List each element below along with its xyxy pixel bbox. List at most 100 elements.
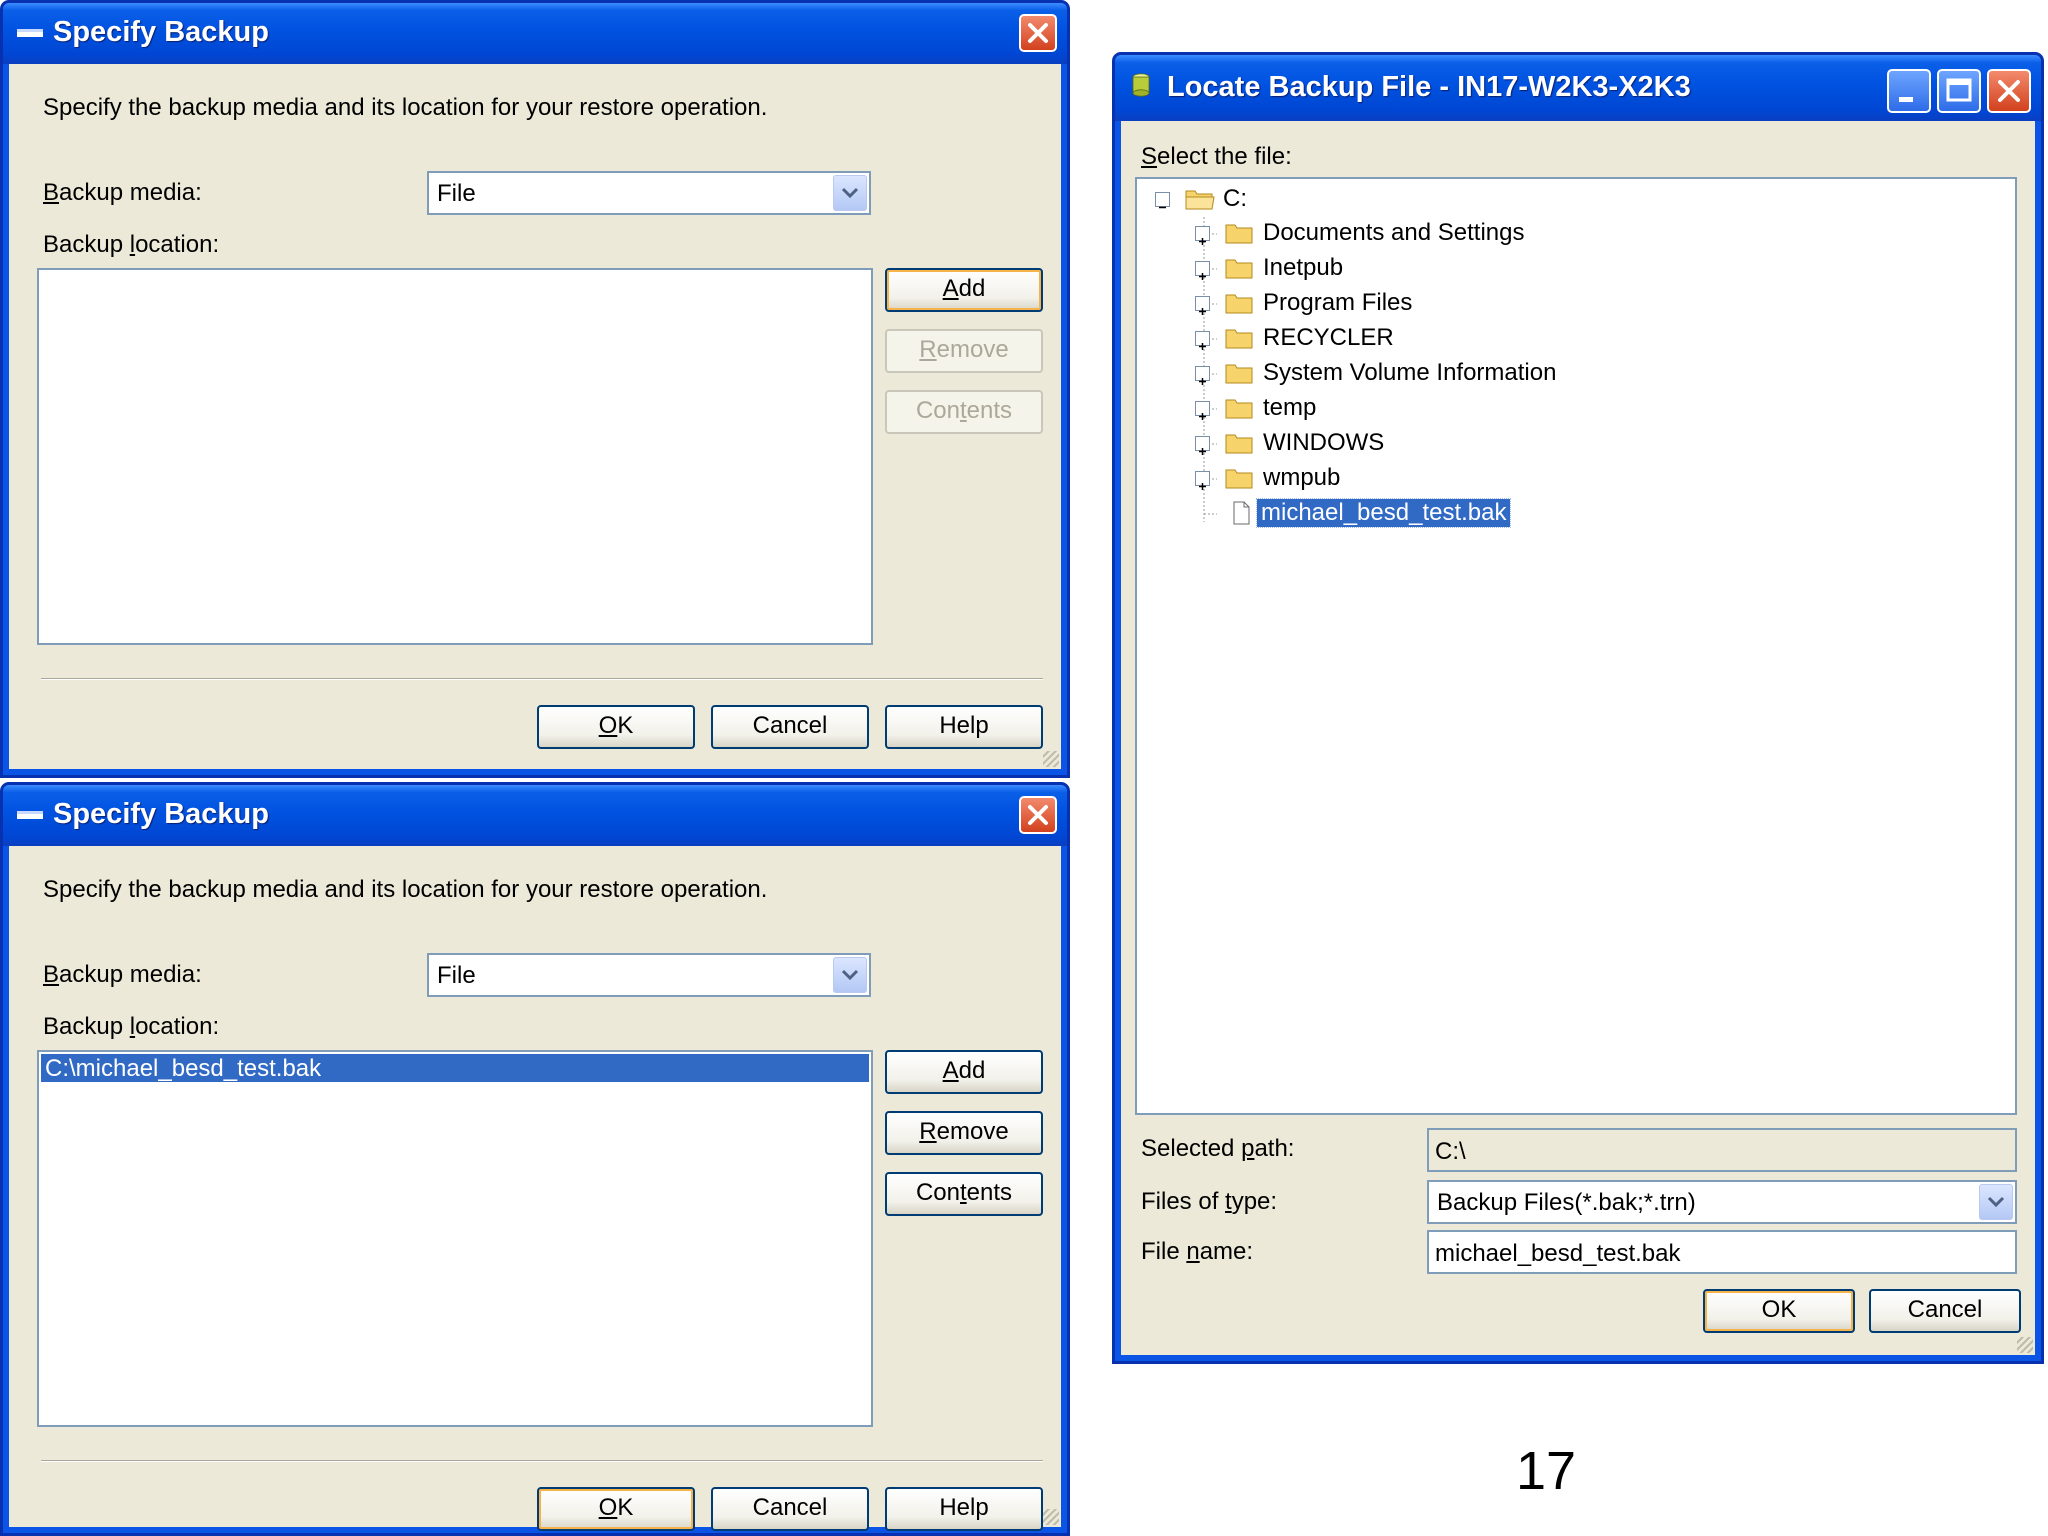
cancel-button[interactable]: Cancel: [711, 705, 869, 749]
minimize-button[interactable]: [1887, 69, 1931, 113]
close-icon: [1028, 23, 1048, 43]
dropdown-button[interactable]: [833, 957, 867, 993]
resize-grip[interactable]: [1043, 751, 1059, 767]
remove-button[interactable]: Remove: [885, 1111, 1043, 1155]
expand-icon[interactable]: [1195, 401, 1210, 420]
help-button[interactable]: Help: [885, 705, 1043, 749]
collapse-icon[interactable]: [1155, 192, 1170, 209]
chevron-down-icon: [841, 187, 859, 199]
backup-location-label: Backup location:: [43, 231, 220, 258]
separator: [41, 678, 1043, 680]
tree-label: Documents and Settings: [1263, 219, 1525, 246]
ok-button[interactable]: OK: [537, 705, 695, 749]
contents-button[interactable]: Contents: [885, 1172, 1043, 1216]
dialog-client-area: Select the file: C: Documents and Settin…: [1121, 121, 2035, 1355]
folder-icon: [1225, 399, 1253, 419]
tree-label-selected: michael_besd_test.bak: [1255, 498, 1512, 528]
cancel-button[interactable]: Cancel: [1869, 1289, 2021, 1333]
file-name-value: michael_besd_test.bak: [1435, 1240, 1681, 1267]
backup-location-list[interactable]: C:\michael_besd_test.bak: [37, 1050, 873, 1427]
instruction-text: Specify the backup media and its locatio…: [43, 876, 768, 903]
folder-icon: [1225, 329, 1253, 349]
remove-button[interactable]: Remove: [885, 329, 1043, 373]
selected-path-value: C:\: [1435, 1138, 1466, 1165]
close-button[interactable]: [1987, 69, 2031, 113]
dropdown-button[interactable]: [833, 175, 867, 211]
expand-icon[interactable]: [1195, 296, 1210, 315]
locate-backup-file-dialog: Locate Backup File - IN17-W2K3-X2K3 Sele…: [1112, 52, 2044, 1364]
title-bar[interactable]: Specify Backup: [3, 785, 1067, 846]
backup-media-select[interactable]: File: [427, 953, 871, 997]
tree-label: System Volume Information: [1263, 359, 1557, 386]
title-bar[interactable]: Locate Backup File - IN17-W2K3-X2K3: [1115, 55, 2041, 121]
dropdown-button[interactable]: [1979, 1184, 2013, 1220]
close-icon: [1028, 805, 1048, 825]
contents-button[interactable]: Contents: [885, 390, 1043, 434]
folder-icon: [1225, 224, 1253, 244]
ok-button[interactable]: OK: [537, 1487, 695, 1531]
dialog-client-area: Specify the backup media and its locatio…: [9, 64, 1061, 769]
folder-icon: [1225, 434, 1253, 454]
maximize-button[interactable]: [1937, 69, 1981, 113]
backup-location-list[interactable]: [37, 268, 873, 645]
backup-media-value: File: [437, 962, 476, 989]
minimize-icon: [1899, 97, 1913, 102]
folder-open-icon: [1185, 190, 1215, 210]
add-button[interactable]: Add: [885, 1050, 1043, 1094]
backup-media-select[interactable]: File: [427, 171, 871, 215]
selected-path-field[interactable]: C:\: [1427, 1128, 2017, 1172]
file-name-label: File name:: [1141, 1238, 1254, 1265]
expand-icon[interactable]: [1195, 261, 1210, 280]
tree-label: Program Files: [1263, 289, 1413, 316]
expand-icon[interactable]: [1195, 366, 1210, 385]
specify-backup-dialog-top: Specify Backup Specify the backup media …: [0, 0, 1070, 778]
folder-icon: [1225, 259, 1253, 279]
files-of-type-value: Backup Files(*.bak;*.trn): [1437, 1189, 1696, 1216]
file-tree[interactable]: C: Documents and Settings Inetpub Progra…: [1135, 177, 2017, 1115]
backup-media-label: Backup media:: [43, 179, 202, 206]
expand-icon[interactable]: [1195, 471, 1210, 490]
title-bar[interactable]: Specify Backup: [3, 3, 1067, 64]
dialog-app-icon: [17, 29, 43, 37]
chevron-down-icon: [841, 969, 859, 981]
dialog-client-area: Specify the backup media and its locatio…: [9, 846, 1061, 1531]
maximize-icon: [1946, 78, 1972, 102]
selected-path-label: Selected path:: [1141, 1135, 1295, 1162]
page-number: 17: [1516, 1441, 1577, 1501]
dialog-app-icon: [17, 811, 43, 819]
folder-icon: [1225, 294, 1253, 314]
files-of-type-select[interactable]: Backup Files(*.bak;*.trn): [1427, 1180, 2017, 1224]
tree-label: wmpub: [1263, 464, 1341, 491]
specify-backup-dialog-bottom: Specify Backup Specify the backup media …: [0, 782, 1070, 1536]
close-button[interactable]: [1019, 796, 1057, 834]
database-icon: [1132, 73, 1150, 97]
expand-icon[interactable]: [1195, 331, 1210, 350]
help-button[interactable]: Help: [885, 1487, 1043, 1531]
expand-icon[interactable]: [1195, 226, 1210, 245]
expand-icon[interactable]: [1195, 436, 1210, 455]
folder-icon: [1225, 364, 1253, 384]
resize-grip[interactable]: [2017, 1337, 2033, 1353]
backup-media-label: Backup media:: [43, 961, 202, 988]
file-icon: [1233, 501, 1250, 525]
close-icon: [1998, 80, 2020, 102]
ok-button[interactable]: OK: [1703, 1289, 1855, 1333]
tree-label: WINDOWS: [1263, 429, 1385, 456]
files-of-type-label: Files of type:: [1141, 1188, 1278, 1215]
folder-icon: [1225, 469, 1253, 489]
close-button[interactable]: [1019, 14, 1057, 52]
add-button[interactable]: Add: [885, 268, 1043, 312]
dialog-title: Specify Backup: [53, 798, 269, 830]
resize-grip[interactable]: [1043, 1509, 1059, 1525]
list-item-text: C:\michael_besd_test.bak: [45, 1055, 322, 1082]
tree-label: temp: [1263, 394, 1317, 421]
chevron-down-icon: [1987, 1196, 2005, 1208]
cancel-button[interactable]: Cancel: [711, 1487, 869, 1531]
separator: [41, 1460, 1043, 1462]
dialog-title: Specify Backup: [53, 16, 269, 48]
backup-media-value: File: [437, 180, 476, 207]
list-item-selected[interactable]: C:\michael_besd_test.bak: [41, 1054, 869, 1082]
file-name-input[interactable]: michael_besd_test.bak: [1427, 1230, 2017, 1274]
instruction-text: Specify the backup media and its locatio…: [43, 94, 768, 121]
select-file-label: Select the file:: [1141, 143, 1292, 170]
